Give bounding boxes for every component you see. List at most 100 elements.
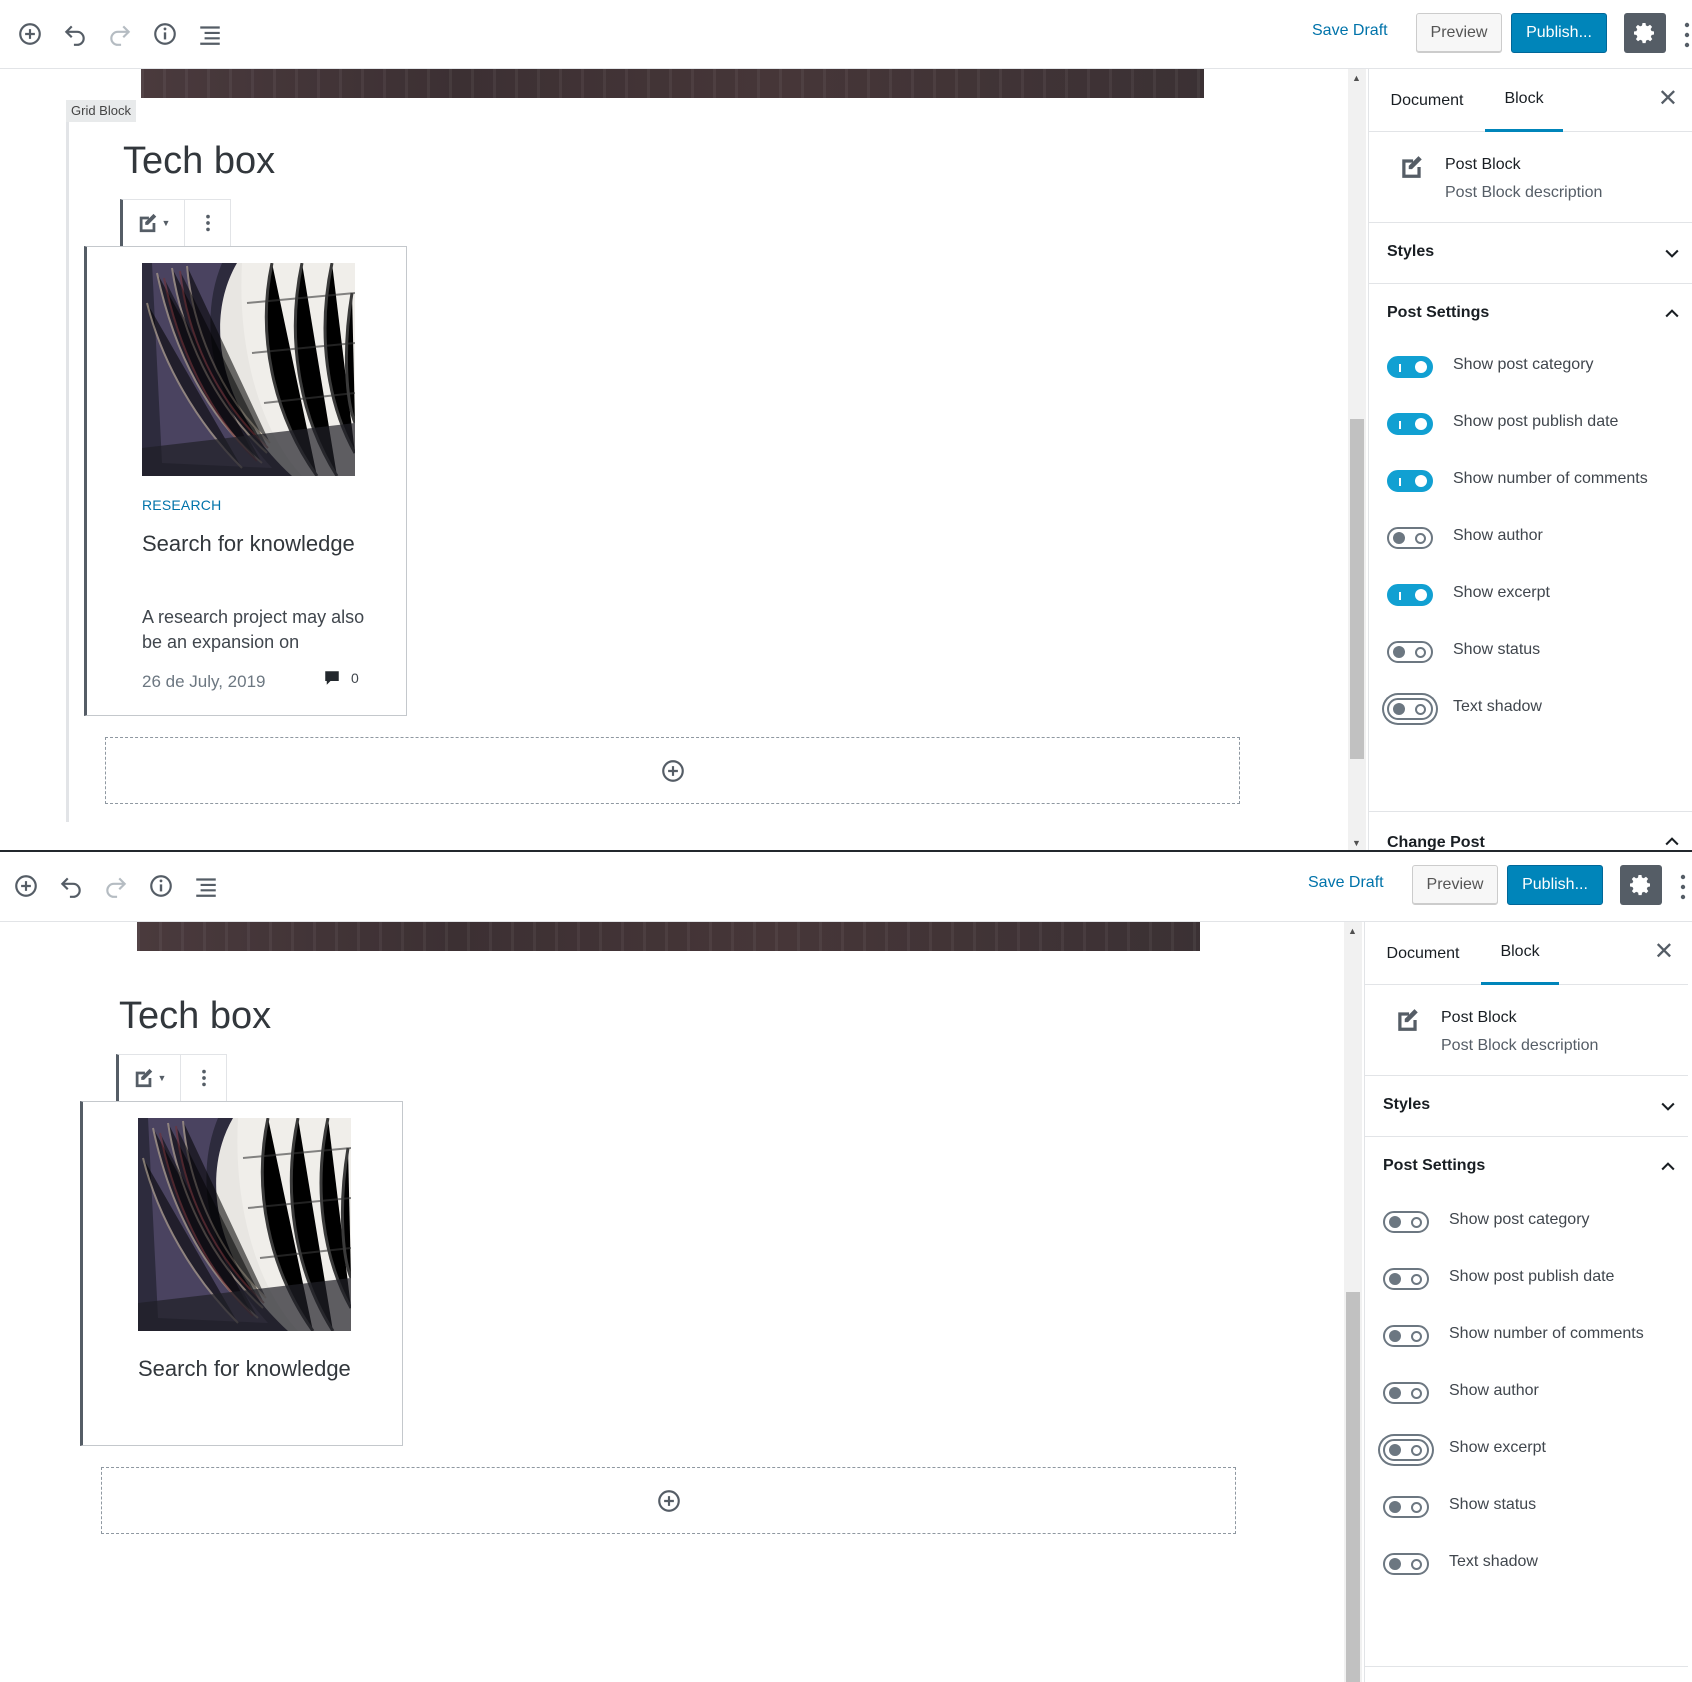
scroll-down-arrow[interactable]: ▼	[1352, 838, 1361, 848]
toggle-show-excerpt[interactable]: Show excerpt	[1383, 1435, 1673, 1475]
scrollbar-thumb[interactable]	[1350, 419, 1364, 759]
redo-icon[interactable]	[102, 872, 130, 900]
undo-icon[interactable]	[61, 20, 89, 48]
toggle-show-author[interactable]: Show author	[1387, 523, 1677, 563]
post-excerpt: A research project may also be an expans…	[142, 607, 365, 652]
block-navigation-icon[interactable]	[196, 20, 224, 48]
toggle-switch[interactable]	[1383, 1496, 1429, 1518]
tab-block[interactable]: Block	[1485, 69, 1563, 132]
add-block-icon[interactable]	[16, 20, 44, 48]
vertical-dots-icon	[193, 1067, 215, 1089]
toggle-switch[interactable]	[1383, 1268, 1429, 1290]
post-category[interactable]: RESEARCH	[142, 497, 221, 513]
tab-document[interactable]: Document	[1383, 922, 1463, 985]
section-heading[interactable]: Tech box	[119, 995, 271, 1038]
toggle-show-post-publish-date[interactable]: Show post publish date	[1387, 409, 1677, 449]
hero-image-strip	[137, 922, 1200, 951]
toggle-switch[interactable]	[1387, 470, 1433, 492]
toggle-show-number-of-comments[interactable]: Show number of comments	[1383, 1321, 1673, 1361]
settings-gear-button[interactable]	[1620, 865, 1662, 905]
toggle-show-status[interactable]: Show status	[1387, 637, 1677, 677]
preview-button[interactable]: Preview	[1416, 13, 1502, 53]
post-card[interactable]: RESEARCH Search for knowledge A research…	[84, 246, 407, 716]
block-appender[interactable]	[101, 1467, 1236, 1534]
chevron-down-icon[interactable]	[1658, 1096, 1678, 1116]
toggle-switch[interactable]	[1387, 698, 1433, 720]
post-settings-title[interactable]: Post Settings	[1387, 304, 1489, 322]
more-menu-icon[interactable]	[1678, 872, 1688, 902]
settings-gear-button[interactable]	[1624, 13, 1666, 53]
toggle-text-shadow[interactable]: Text shadow	[1383, 1549, 1673, 1589]
close-icon[interactable]: ✕	[1658, 87, 1678, 111]
more-menu-icon[interactable]	[1682, 20, 1692, 50]
toggle-show-excerpt[interactable]: Show excerpt	[1387, 580, 1677, 620]
editor-scrollbar[interactable]: ▲	[1344, 922, 1362, 1682]
add-block-icon[interactable]	[12, 872, 40, 900]
chevron-up-icon[interactable]	[1662, 304, 1682, 324]
toggle-switch[interactable]	[1383, 1439, 1429, 1461]
block-appender[interactable]	[105, 737, 1240, 804]
info-icon[interactable]	[147, 872, 175, 900]
toggle-switch[interactable]	[1383, 1325, 1429, 1347]
section-heading[interactable]: Tech box	[123, 140, 275, 183]
publish-button[interactable]: Publish...	[1507, 865, 1603, 905]
settings-sidebar: Document Block ✕ Post Block Post Block d…	[1364, 922, 1688, 1682]
styles-panel-title[interactable]: Styles	[1383, 1096, 1430, 1114]
post-card[interactable]: Search for knowledge	[80, 1101, 403, 1446]
post-thumbnail	[138, 1118, 351, 1331]
scrollbar-thumb[interactable]	[1346, 1292, 1360, 1682]
post-comments: 0	[323, 669, 359, 687]
styles-panel-title[interactable]: Styles	[1387, 243, 1434, 261]
toggle-text-shadow[interactable]: Text shadow	[1387, 694, 1677, 734]
styles-panel[interactable]: Styles	[1365, 1076, 1688, 1137]
toggle-switch[interactable]	[1387, 584, 1433, 606]
toggle-label: Show number of comments	[1453, 470, 1648, 487]
toggle-show-number-of-comments[interactable]: Show number of comments	[1387, 466, 1677, 506]
redo-icon[interactable]	[106, 20, 134, 48]
toggle-switch[interactable]	[1383, 1382, 1429, 1404]
post-settings-title[interactable]: Post Settings	[1383, 1157, 1485, 1175]
editor-toolbar: Save Draft Preview Publish...	[0, 852, 1692, 922]
toggle-switch[interactable]	[1383, 1553, 1429, 1575]
scroll-up-arrow[interactable]: ▲	[1352, 73, 1361, 83]
toggle-show-author[interactable]: Show author	[1383, 1378, 1673, 1418]
toggle-show-post-category[interactable]: Show post category	[1387, 352, 1677, 392]
block-card: Post Block Post Block description	[1365, 985, 1688, 1076]
editor-toolbar: Save Draft Preview Publish...	[0, 0, 1692, 69]
block-type-switcher[interactable]: ▼	[123, 200, 185, 246]
close-icon[interactable]: ✕	[1654, 940, 1674, 964]
change-post-panel[interactable]: Change Post	[1369, 812, 1692, 852]
block-navigation-icon[interactable]	[192, 872, 220, 900]
post-title[interactable]: Search for knowledge	[142, 527, 382, 560]
settings-sidebar: Document Block ✕ Post Block Post Block d…	[1368, 69, 1692, 852]
post-date: 26 de July, 2019	[142, 672, 266, 691]
post-title[interactable]: Search for knowledge	[138, 1352, 378, 1385]
publish-button[interactable]: Publish...	[1511, 13, 1607, 53]
block-type-switcher[interactable]: ▼	[119, 1055, 181, 1101]
toggle-switch[interactable]	[1387, 413, 1433, 435]
toggle-switch[interactable]	[1387, 641, 1433, 663]
tab-document[interactable]: Document	[1387, 69, 1467, 132]
tab-block[interactable]: Block	[1481, 922, 1559, 985]
preview-button[interactable]: Preview	[1412, 865, 1498, 905]
toggle-show-post-category[interactable]: Show post category	[1383, 1207, 1673, 1247]
chevron-down-icon[interactable]	[1662, 243, 1682, 263]
block-more-options[interactable]	[181, 1055, 226, 1101]
undo-icon[interactable]	[57, 872, 85, 900]
chevron-up-icon[interactable]	[1658, 1157, 1678, 1177]
editor-scrollbar[interactable]: ▲ ▼	[1348, 69, 1366, 852]
block-more-options[interactable]	[185, 200, 230, 246]
scroll-up-arrow[interactable]: ▲	[1348, 926, 1357, 936]
chevron-up-icon[interactable]	[1662, 832, 1682, 852]
toggle-switch[interactable]	[1383, 1211, 1429, 1233]
block-card: Post Block Post Block description	[1369, 132, 1692, 223]
save-draft-button[interactable]: Save Draft	[1308, 874, 1384, 892]
toggle-show-post-publish-date[interactable]: Show post publish date	[1383, 1264, 1673, 1304]
edit-post-icon	[1395, 1007, 1421, 1033]
toggle-show-status[interactable]: Show status	[1383, 1492, 1673, 1532]
toggle-switch[interactable]	[1387, 356, 1433, 378]
info-icon[interactable]	[151, 20, 179, 48]
save-draft-button[interactable]: Save Draft	[1312, 22, 1388, 40]
toggle-switch[interactable]	[1387, 527, 1433, 549]
styles-panel[interactable]: Styles	[1369, 223, 1692, 284]
